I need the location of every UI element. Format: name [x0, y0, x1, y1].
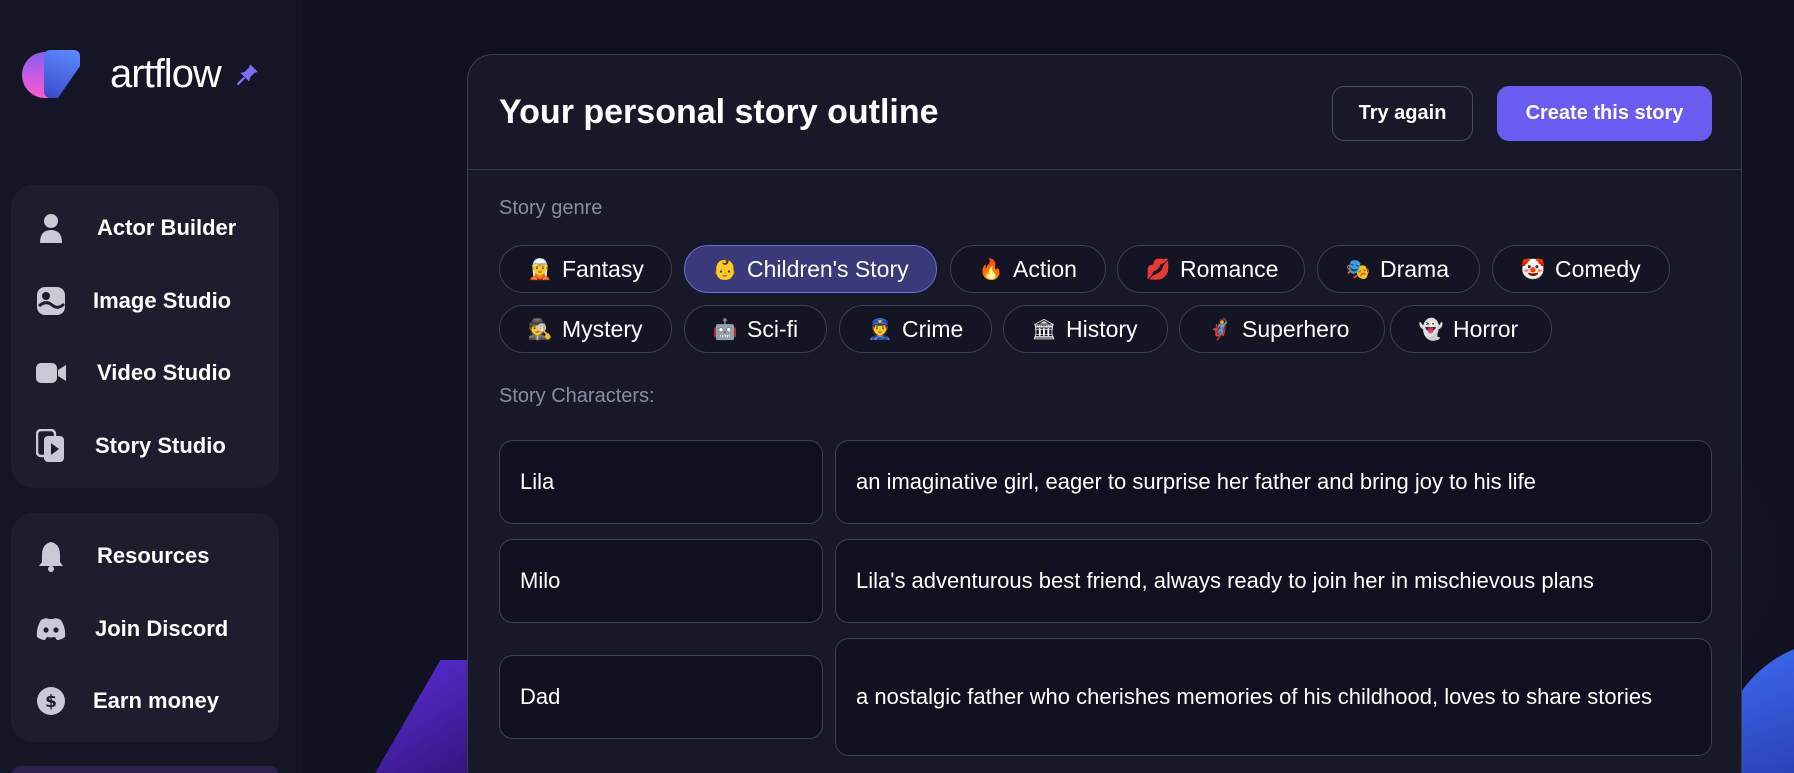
sidebar-item-earn-money[interactable]: $ Earn money — [11, 671, 279, 731]
genre-chip-mystery[interactable]: 🕵 Mystery — [499, 305, 672, 353]
character-name-field[interactable]: Milo — [499, 539, 823, 623]
genre-chip-childrens-story[interactable]: 👶 Children's Story — [684, 245, 937, 293]
sidebar-item-label: Earn money — [93, 688, 219, 713]
story-outline-panel: Your personal story outline Try again Cr… — [467, 54, 1742, 773]
genre-chip-romance[interactable]: 💋 Romance — [1117, 245, 1305, 293]
story-characters-label: Story Characters: — [499, 385, 655, 407]
dollar-icon: $ — [35, 685, 67, 717]
artflow-logo-icon — [22, 48, 84, 100]
chip-label: Drama — [1380, 255, 1450, 282]
nav-group-studios: Actor Builder Image Studio Video Studio … — [11, 185, 279, 488]
sidebar: artflow Actor Builder Image Studio Video… — [0, 0, 302, 773]
genre-chip-superhero[interactable]: 🦸 Superhero — [1179, 305, 1385, 353]
person-icon — [35, 212, 67, 244]
sidebar-item-story-studio[interactable]: Story Studio — [11, 416, 279, 476]
story-genre-label: Story genre — [499, 197, 603, 219]
brand-logo[interactable]: artflow — [22, 46, 261, 102]
chip-label: Crime — [902, 315, 964, 342]
bell-icon — [35, 540, 67, 572]
sidebar-item-resources[interactable]: Resources — [11, 526, 279, 586]
chip-label: Fantasy — [562, 255, 644, 282]
superhero-icon: 🦸 — [1207, 318, 1233, 341]
pin-icon[interactable] — [235, 61, 261, 87]
theater-masks-icon: 🎭 — [1345, 258, 1371, 281]
chip-label: Horror — [1453, 315, 1519, 342]
nav-group-partial — [11, 766, 279, 773]
genre-chip-comedy[interactable]: 🤡 Comedy — [1492, 245, 1670, 293]
chip-label: History — [1066, 315, 1138, 342]
sidebar-item-label: Image Studio — [93, 288, 232, 313]
kiss-icon: 💋 — [1145, 258, 1171, 281]
classical-building-icon: 🏛 — [1031, 318, 1057, 341]
ghost-icon: 👻 — [1418, 318, 1444, 341]
genre-chip-sci-fi[interactable]: 🤖 Sci-fi — [684, 305, 827, 353]
sidebar-item-actor-builder[interactable]: Actor Builder — [11, 198, 279, 258]
sidebar-item-label: Video Studio — [97, 360, 232, 385]
fantasy-icon: 🧝 — [527, 258, 553, 281]
character-description-field[interactable]: Lila's adventurous best friend, always r… — [835, 539, 1712, 623]
sidebar-item-label: Join Discord — [95, 616, 229, 641]
sidebar-item-label: Actor Builder — [97, 215, 237, 240]
genre-chip-drama[interactable]: 🎭 Drama — [1317, 245, 1480, 293]
character-name-field[interactable]: Lila — [499, 440, 823, 524]
image-icon — [35, 285, 67, 317]
sidebar-item-join-discord[interactable]: Join Discord — [11, 599, 279, 659]
sidebar-item-image-studio[interactable]: Image Studio — [11, 271, 279, 331]
brand-name: artflow — [110, 51, 222, 96]
character-description-field[interactable]: a nostalgic father who cherishes memorie… — [835, 638, 1712, 756]
genre-chip-action[interactable]: 🔥 Action — [950, 245, 1106, 293]
chip-label: Superhero — [1242, 315, 1350, 342]
fire-icon: 🔥 — [978, 258, 1004, 281]
chip-label: Comedy — [1555, 255, 1641, 282]
chip-label: Sci-fi — [747, 315, 799, 342]
genre-chip-history[interactable]: 🏛 History — [1003, 305, 1168, 353]
chip-label: Action — [1013, 255, 1077, 282]
discord-icon — [35, 613, 67, 645]
clown-icon: 🤡 — [1520, 258, 1546, 281]
robot-icon: 🤖 — [712, 318, 738, 341]
genre-chip-horror[interactable]: 👻 Horror — [1390, 305, 1552, 353]
police-officer-icon: 👮 — [867, 318, 893, 341]
panel-header: Your personal story outline Try again Cr… — [468, 55, 1741, 170]
story-play-icon — [35, 429, 67, 462]
try-again-button[interactable]: Try again — [1332, 86, 1473, 141]
create-story-button[interactable]: Create this story — [1497, 86, 1712, 141]
chip-label: Romance — [1180, 255, 1279, 282]
character-name-field[interactable]: Dad — [499, 655, 823, 739]
detective-icon: 🕵 — [527, 318, 553, 341]
character-description-field[interactable]: an imaginative girl, eager to surprise h… — [835, 440, 1712, 524]
chip-label: Children's Story — [747, 255, 909, 282]
genre-chip-fantasy[interactable]: 🧝 Fantasy — [499, 245, 672, 293]
sidebar-item-video-studio[interactable]: Video Studio — [11, 343, 279, 403]
svg-text:$: $ — [45, 692, 57, 712]
video-camera-icon — [35, 357, 67, 389]
page-title: Your personal story outline — [499, 93, 939, 131]
nav-group-community: Resources Join Discord $ Earn money — [11, 513, 279, 742]
chip-label: Mystery — [562, 315, 643, 342]
genre-chip-crime[interactable]: 👮 Crime — [839, 305, 992, 353]
sidebar-item-label: Story Studio — [95, 433, 226, 458]
baby-icon: 👶 — [712, 258, 738, 281]
sidebar-item-label: Resources — [97, 543, 210, 568]
